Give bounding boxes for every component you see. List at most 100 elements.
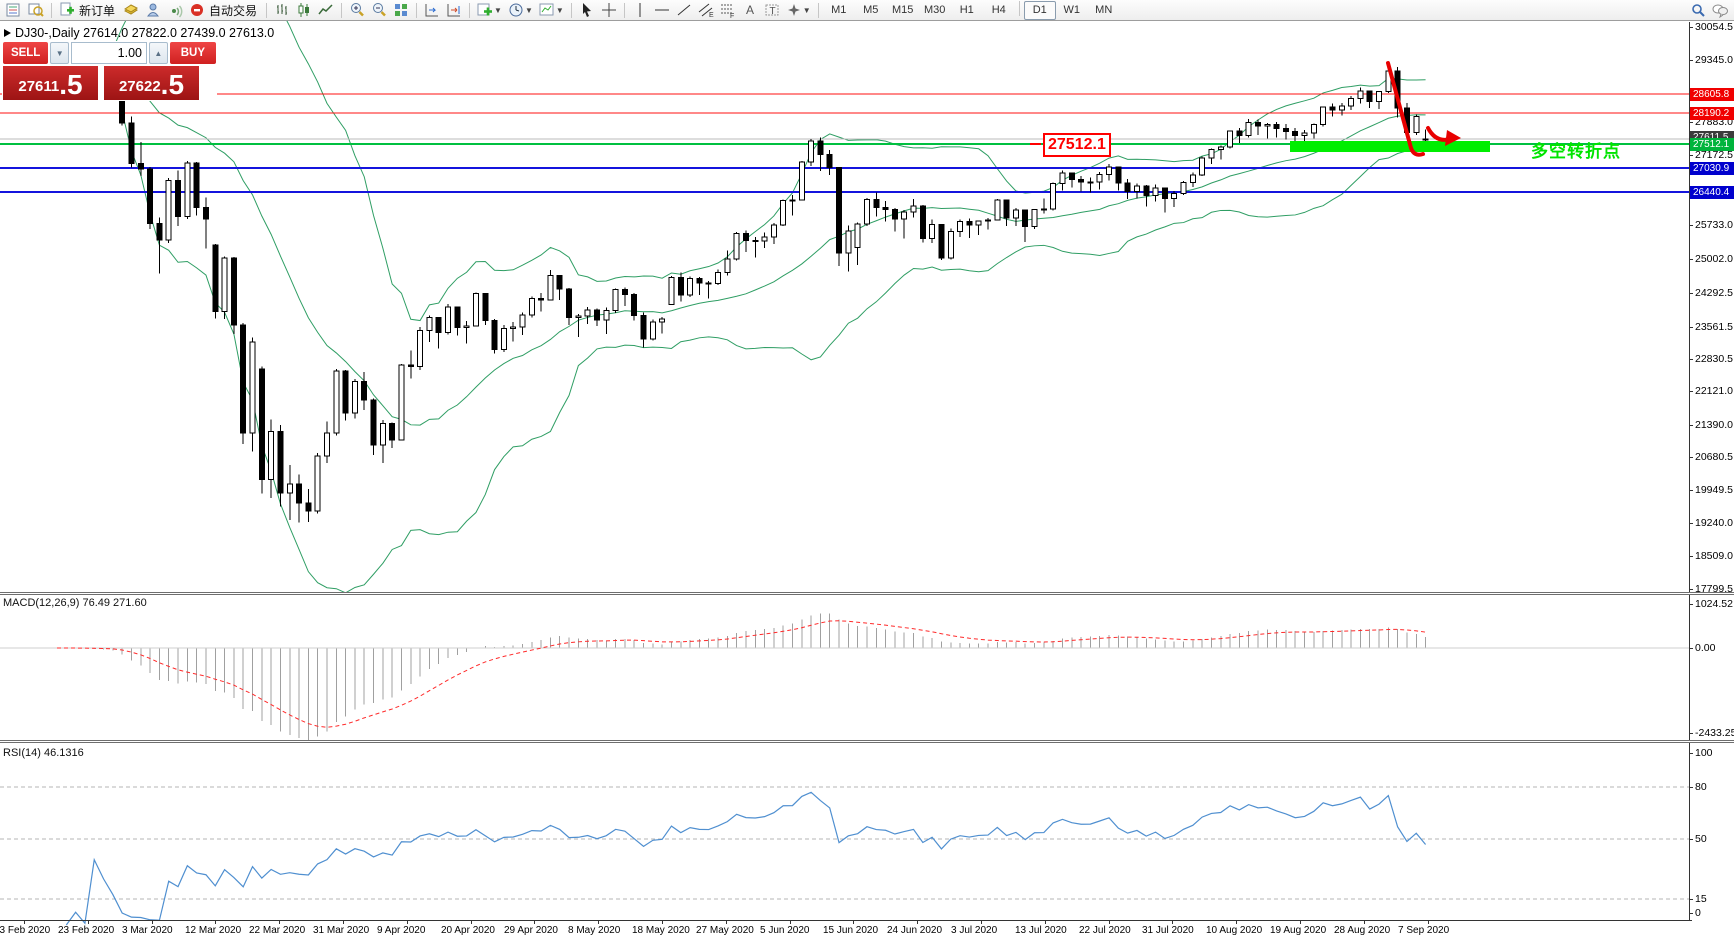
market-watch-icon[interactable] (3, 1, 25, 20)
buy-button[interactable]: BUY (169, 42, 217, 64)
date-tick (1172, 920, 1173, 924)
chat-icon[interactable] (1709, 1, 1731, 20)
text-icon[interactable]: A (739, 1, 761, 20)
date-tick (726, 920, 727, 924)
timeframe-mn[interactable]: MN (1088, 1, 1120, 20)
signals-icon[interactable] (164, 1, 186, 20)
date-label: 3 Mar 2020 (122, 925, 173, 936)
search-icon[interactable] (1687, 1, 1709, 20)
auto-scroll-icon[interactable] (443, 1, 465, 20)
indicator-scale-tick: 15 (1689, 893, 1707, 905)
arrows-menu-icon[interactable]: ▼ (783, 1, 814, 20)
timeframe-h1[interactable]: H1 (951, 1, 983, 20)
svg-text:E: E (709, 12, 714, 18)
tile-windows-icon[interactable] (390, 1, 412, 20)
new-order-icon[interactable] (56, 1, 78, 20)
timeframe-m15[interactable]: M15 (887, 1, 919, 20)
timeframe-d1[interactable]: D1 (1023, 0, 1056, 20)
date-label: 15 Jun 2020 (823, 925, 879, 936)
price-badge: 28190.2 (1690, 107, 1734, 120)
periods-menu-icon[interactable]: ▼ (505, 1, 536, 20)
date-label: 31 Mar 2020 (313, 925, 370, 936)
date-label: 13 Feb 2020 (0, 925, 51, 936)
date-tick (662, 920, 663, 924)
indicator-scale-tick: 0 (1689, 907, 1701, 919)
chart-title: DJ30-,Daily 27614.0 27822.0 27439.0 2761… (15, 26, 275, 40)
cursor-icon[interactable] (576, 1, 598, 20)
trendline-icon[interactable] (673, 1, 695, 20)
buy-price-display[interactable]: 27622.5 (104, 66, 199, 100)
price-badge: 27512.1 (1690, 138, 1734, 151)
autotrading-label[interactable]: 自动交易 (209, 2, 257, 19)
history-center-icon[interactable] (120, 1, 142, 20)
price-tick: 19240.0 (1689, 517, 1733, 529)
oneclick-expand-icon[interactable] (4, 29, 11, 37)
pane-separator-rsi[interactable] (0, 740, 1734, 743)
fibonacci-icon[interactable]: F (717, 1, 739, 20)
support-highlight-rect (1290, 141, 1490, 152)
pivot-annotation[interactable]: 多空转折点 (1531, 137, 1621, 162)
price-tick: 21390.0 (1689, 419, 1733, 431)
date-label: 31 Jul 2020 (1142, 925, 1194, 936)
price-tick: 29345.0 (1689, 54, 1733, 66)
indicators-menu-icon[interactable]: ▼ (474, 1, 505, 20)
indicator-scale-tick: 0.00 (1689, 642, 1715, 654)
date-label: 13 Jul 2020 (1015, 925, 1067, 936)
price-axis-line (1689, 22, 1690, 920)
date-label: 22 Jul 2020 (1079, 925, 1131, 936)
volume-decrease-stepper[interactable]: ▼ (50, 42, 70, 64)
timeframe-h4[interactable]: H4 (983, 1, 1015, 20)
svg-text:A: A (746, 3, 754, 17)
bar-chart-icon[interactable] (271, 1, 293, 20)
chart-canvas[interactable] (0, 0, 1734, 942)
equidistant-channel-icon[interactable]: E (695, 1, 717, 20)
data-window-icon[interactable] (25, 1, 47, 20)
date-tick (1236, 920, 1237, 924)
sell-price-main: 27611 (18, 78, 60, 95)
date-label: 29 Apr 2020 (504, 925, 558, 936)
toolbar-separator (1018, 0, 1020, 16)
horizontal-line-icon[interactable] (651, 1, 673, 20)
date-label: 18 May 2020 (632, 925, 690, 936)
macd-label: MACD(12,26,9) 76.49 271.60 (3, 597, 147, 609)
date-tick (343, 920, 344, 924)
indicator-scale-tick: 80 (1689, 781, 1707, 793)
date-tick (598, 920, 599, 924)
new-order-label[interactable]: 新订单 (79, 2, 115, 19)
sell-button[interactable]: SELL (3, 42, 49, 64)
vertical-line-icon[interactable] (629, 1, 651, 20)
toolbar-separator (570, 2, 572, 18)
autotrading-icon[interactable] (186, 1, 208, 20)
chart-shift-icon[interactable] (421, 1, 443, 20)
pane-separator-macd[interactable] (0, 592, 1734, 595)
date-label: 7 Sep 2020 (1398, 925, 1450, 936)
price-level-callout[interactable]: 27512.1 (1043, 133, 1111, 157)
text-label-icon[interactable]: T (761, 1, 783, 20)
crosshair-icon[interactable] (598, 1, 620, 20)
candlestick-chart-icon[interactable] (293, 1, 315, 20)
price-badge: 27030.9 (1690, 162, 1734, 175)
toolbar-separator (341, 2, 343, 18)
templates-menu-icon[interactable]: ▼ (536, 1, 567, 20)
line-chart-icon[interactable] (315, 1, 337, 20)
timeframe-w1[interactable]: W1 (1056, 1, 1088, 20)
timeframe-m5[interactable]: M5 (855, 1, 887, 20)
price-tick: 19949.5 (1689, 484, 1733, 496)
timeframe-m1[interactable]: M1 (823, 1, 855, 20)
volume-increase-stepper[interactable]: ▲ (149, 42, 168, 64)
price-tick: 22830.5 (1689, 353, 1733, 365)
price-tick: 25002.0 (1689, 253, 1733, 265)
date-tick (981, 920, 982, 924)
date-label: 23 Feb 2020 (58, 925, 115, 936)
sell-price-display[interactable]: 27611.5 (3, 66, 98, 100)
date-label: 5 Jun 2020 (760, 925, 810, 936)
date-label: 8 May 2020 (568, 925, 621, 936)
price-tick: 18509.0 (1689, 550, 1733, 562)
zoom-out-icon[interactable] (368, 1, 390, 20)
toolbar-separator (623, 2, 625, 18)
metaeditor-icon[interactable] (142, 1, 164, 20)
timeframe-m30[interactable]: M30 (919, 1, 951, 20)
zoom-in-icon[interactable] (346, 1, 368, 20)
indicator-scale-tick: 100 (1689, 747, 1713, 759)
volume-input[interactable] (71, 42, 148, 64)
